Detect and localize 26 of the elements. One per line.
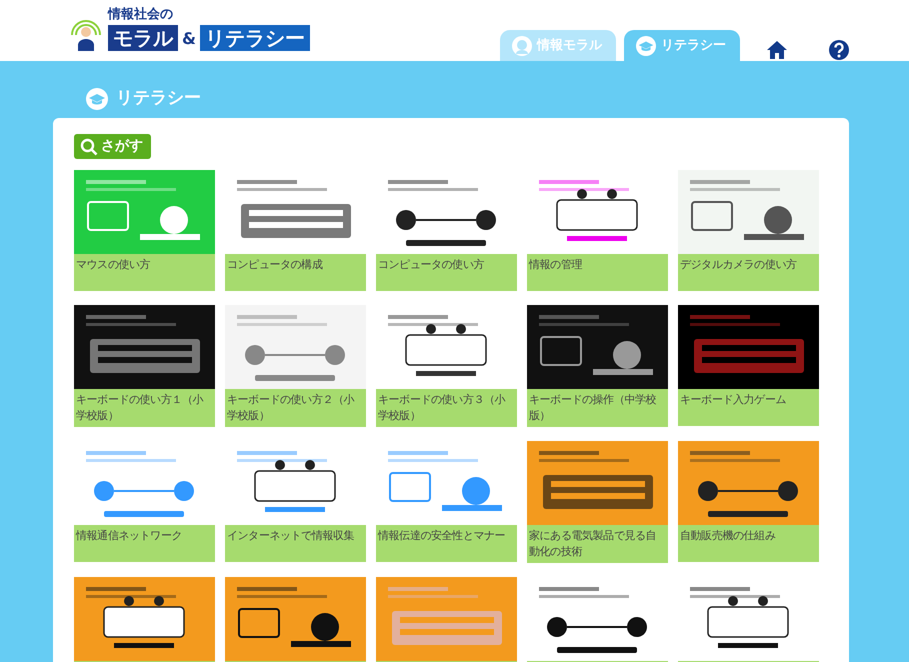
logo-text: リテラシー [200, 25, 310, 51]
item-title[interactable]: 家にある電気製品で見る自動化の技術 [527, 525, 668, 563]
logo-ampersand: & [182, 28, 196, 50]
logo-text: モラル [108, 25, 178, 51]
item-title[interactable]: キーボード入力ゲーム [678, 389, 819, 426]
graduation-cap-icon [636, 36, 656, 56]
item-title[interactable]: 情報通信ネットワーク [74, 525, 215, 562]
item-title[interactable]: キーボードの使い方３（小学校版） [376, 389, 517, 427]
item-title[interactable]: 情報の管理 [527, 254, 668, 291]
item-title[interactable]: コンピュータの構成 [225, 254, 366, 291]
item-title[interactable]: デジタルカメラの使い方 [678, 254, 819, 291]
help-button[interactable] [828, 39, 850, 61]
item-title[interactable]: コンピュータの使い方 [376, 254, 517, 291]
item-title[interactable]: キーボードの使い方２（小学校版） [225, 389, 366, 427]
item-title[interactable]: 自動販売機の仕組み [678, 525, 819, 562]
home-button[interactable] [766, 39, 788, 61]
item-title[interactable]: キーボードの使い方１（小学校版） [74, 389, 215, 427]
graduation-cap-icon [86, 88, 108, 110]
logo-subtitle: 情報社会の [108, 8, 174, 21]
face-icon [512, 36, 532, 56]
item-title[interactable]: キーボードの操作（中学校版） [527, 389, 668, 427]
section-title: リテラシー [116, 87, 201, 110]
item-title[interactable]: 情報伝達の安全性とマナー [376, 525, 517, 562]
item-title[interactable]: マウスの使い方 [74, 254, 215, 291]
item-title[interactable]: インターネットで情報収集 [225, 525, 366, 562]
search-icon [80, 138, 98, 156]
